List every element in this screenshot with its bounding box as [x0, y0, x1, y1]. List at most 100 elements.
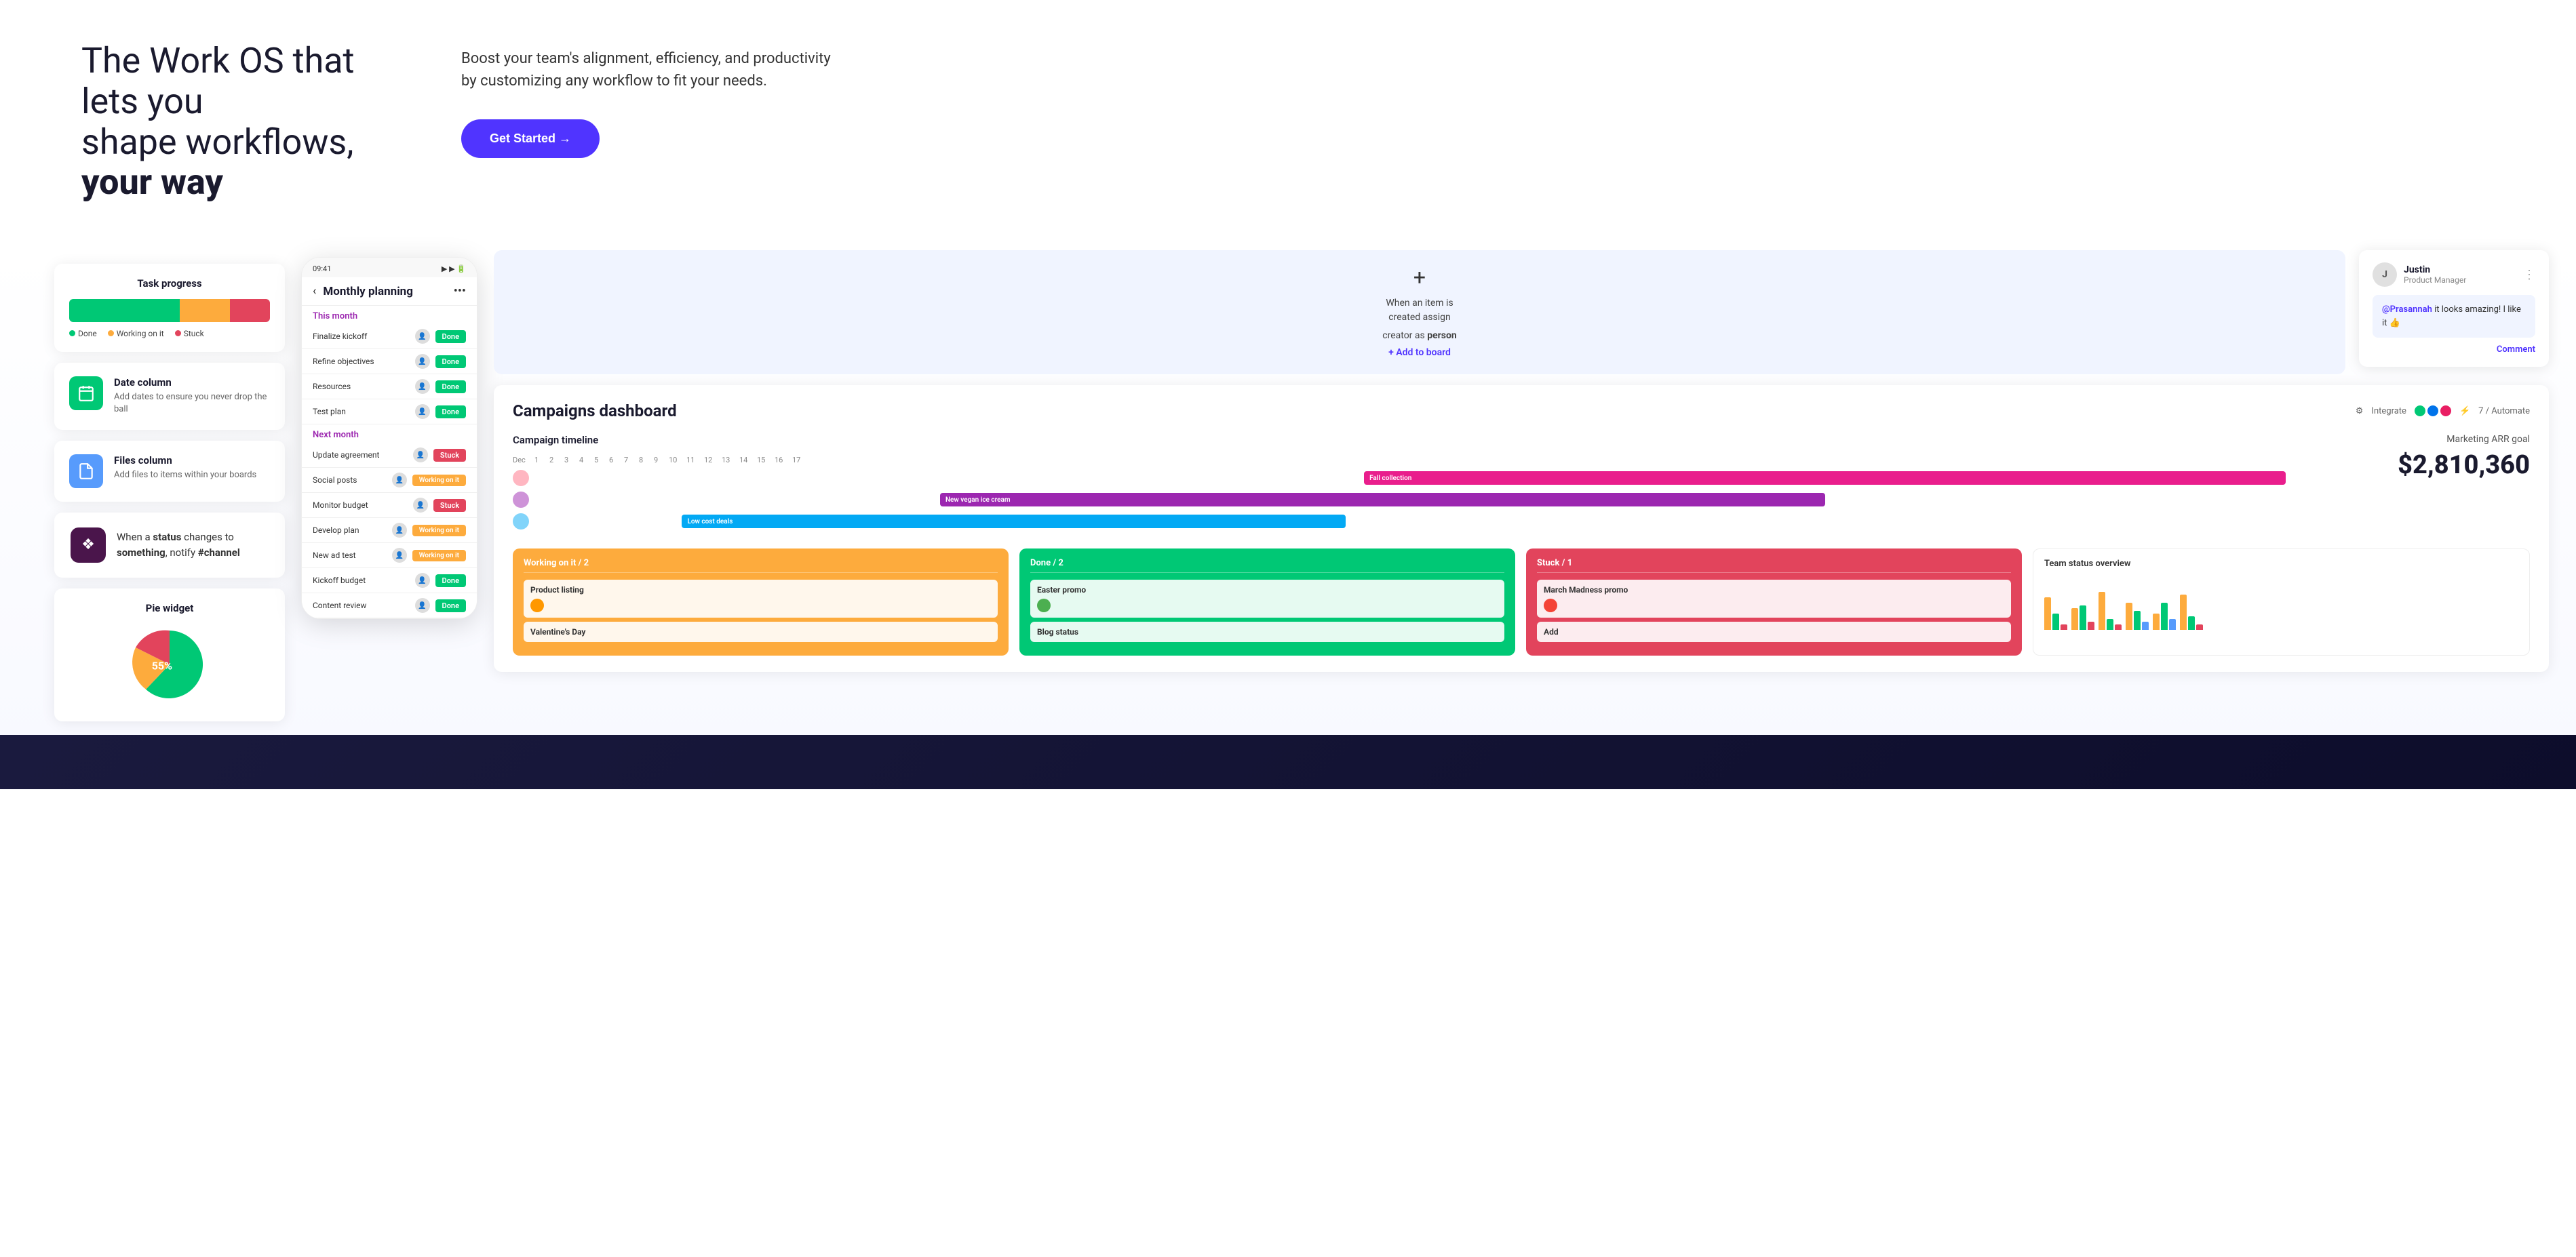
bar-group: [2153, 603, 2176, 630]
get-started-button[interactable]: Get Started →: [461, 119, 600, 158]
files-column-icon: [69, 454, 103, 488]
pie-chart: 55%: [122, 624, 217, 708]
hero-subtitle: Boost your team's alignment, efficiency,…: [461, 47, 841, 92]
task-avatar: 👤: [415, 354, 430, 369]
task-name: New ad test: [313, 551, 392, 560]
task-name: Content review: [313, 601, 415, 610]
status-badge: Done: [435, 405, 466, 418]
task-row: Refine objectives 👤 Done: [302, 349, 477, 374]
progress-legend: Done Working on it Stuck: [69, 329, 270, 338]
arr-label: Marketing ARR goal: [2394, 434, 2530, 445]
task-avatar: 👤: [415, 598, 430, 613]
comment-avatar: J: [2373, 262, 2397, 287]
bar: [2071, 608, 2078, 630]
bar: [2126, 603, 2132, 630]
bar: [2153, 614, 2160, 630]
task-avatar: 👤: [415, 329, 430, 344]
status-badge: Working on it: [412, 475, 466, 486]
task-avatar: 👤: [413, 498, 428, 513]
automation-assign-panel: + When an item iscreated assign creator …: [494, 250, 2345, 374]
comment-user-name: Justin: [2404, 264, 2516, 275]
date-column-icon: [69, 376, 103, 410]
timeline-row-2: New vegan ice cream: [513, 492, 2378, 508]
timeline-row-1: Fall collection: [513, 470, 2378, 486]
bar: [2115, 624, 2122, 630]
task-avatar: 👤: [415, 573, 430, 588]
integrate-label[interactable]: Integrate: [2371, 406, 2406, 416]
pie-widget-card: Pie widget 55%: [54, 588, 285, 721]
bar-group: [2044, 597, 2067, 630]
status-badge: Done: [435, 380, 466, 393]
automate-icon: ⚡: [2459, 406, 2470, 416]
campaigns-dashboard: Campaigns dashboard ⚙ Integrate ⚡ 7 / Au…: [494, 385, 2549, 672]
files-column-text: Files column Add files to items within y…: [114, 454, 256, 481]
date-column-title: Date column: [114, 376, 270, 388]
campaign-timeline: Campaign timeline Dec 1 2 3 4 5 6 7 8 9: [513, 434, 2378, 535]
more-icon[interactable]: •••: [454, 284, 466, 298]
legend-done: Done: [69, 329, 97, 338]
bar: [2052, 614, 2059, 630]
files-column-desc: Add files to items within your boards: [114, 469, 256, 481]
task-name: Resources: [313, 382, 415, 391]
task-name: Refine objectives: [313, 357, 415, 366]
date-column-card: Date column Add dates to ensure you neve…: [54, 363, 285, 429]
status-badge: Done: [435, 330, 466, 343]
task-progress-card: Task progress Done Working on it Stuck: [54, 264, 285, 352]
task-name: Update agreement: [313, 450, 413, 460]
comment-header: J Justin Product Manager ⋮: [2373, 262, 2535, 287]
bar-group: [2126, 603, 2149, 630]
campaigns-title: Campaigns dashboard: [513, 401, 677, 420]
automation-line2: creator as person: [1382, 329, 1456, 343]
integrate-icon: ⚙: [2356, 406, 2364, 416]
back-icon[interactable]: ‹: [313, 284, 316, 298]
task-avatar: 👤: [392, 523, 407, 538]
ts-header-done: Done / 2: [1030, 558, 1504, 573]
comment-card: J Justin Product Manager ⋮ @Prasannah it…: [2359, 250, 2549, 367]
ts-item: Blog status: [1030, 622, 1504, 642]
plus-icon: +: [1413, 266, 1426, 288]
bar-chart: [2044, 576, 2518, 630]
bar-group: [2071, 605, 2094, 630]
comment-user-role: Product Manager: [2404, 275, 2516, 285]
task-name: Social posts: [313, 475, 392, 485]
add-to-board-button[interactable]: + Add to board: [1388, 347, 1451, 358]
files-column-title: Files column: [114, 454, 256, 466]
hero-title: The Work OS that lets you shape workflow…: [81, 41, 407, 203]
task-avatar: 👤: [415, 379, 430, 394]
status-badge: Stuck: [433, 449, 466, 462]
task-row: Develop plan 👤 Working on it: [302, 518, 477, 543]
progress-bar: [69, 299, 270, 322]
comment-user: Justin Product Manager: [2404, 264, 2516, 285]
top-right-row: + When an item iscreated assign creator …: [494, 250, 2549, 374]
timeline-header: Dec 1 2 3 4 5 6 7 8 9 10 11 12: [513, 456, 2378, 464]
bar: [2161, 603, 2168, 630]
task-avatar: 👤: [413, 447, 428, 462]
task-avatar: 👤: [392, 548, 407, 563]
task-row: Update agreement 👤 Stuck: [302, 443, 477, 468]
ts-header-working: Working on it / 2: [524, 558, 998, 573]
section-this-month: This month: [302, 306, 477, 324]
dark-footer: [0, 735, 2576, 789]
date-column-desc: Add dates to ensure you never drop the b…: [114, 391, 270, 416]
campaigns-header: Campaigns dashboard ⚙ Integrate ⚡ 7 / Au…: [513, 401, 2530, 420]
ts-item: Easter promo: [1030, 580, 1504, 618]
comment-more-icon[interactable]: ⋮: [2523, 268, 2535, 282]
phone-status-bar: 09:41 ▶ ▶ 🔋: [302, 258, 477, 277]
task-name: Test plan: [313, 407, 415, 416]
bar-group: [2099, 592, 2122, 630]
section-next-month: Next month: [302, 424, 477, 443]
campaigns-actions: ⚙ Integrate ⚡ 7 / Automate: [2356, 405, 2530, 416]
bar: [2080, 605, 2086, 630]
ts-header-stuck: Stuck / 1: [1537, 558, 2011, 573]
task-avatar: 👤: [392, 473, 407, 487]
task-avatar: 👤: [415, 404, 430, 419]
automate-label[interactable]: 7 / Automate: [2478, 406, 2530, 416]
comment-action-button[interactable]: Comment: [2373, 344, 2535, 355]
task-row: Content review 👤 Done: [302, 593, 477, 618]
phone-time: 09:41: [313, 264, 331, 273]
ts-item: Valentine's Day: [524, 622, 998, 642]
task-name: Kickoff budget: [313, 576, 415, 585]
timeline-row-3: Low cost deals: [513, 513, 2378, 530]
team-status-stuck: Stuck / 1 March Madness promo Add: [1526, 548, 2022, 656]
ts-item: March Madness promo: [1537, 580, 2011, 618]
